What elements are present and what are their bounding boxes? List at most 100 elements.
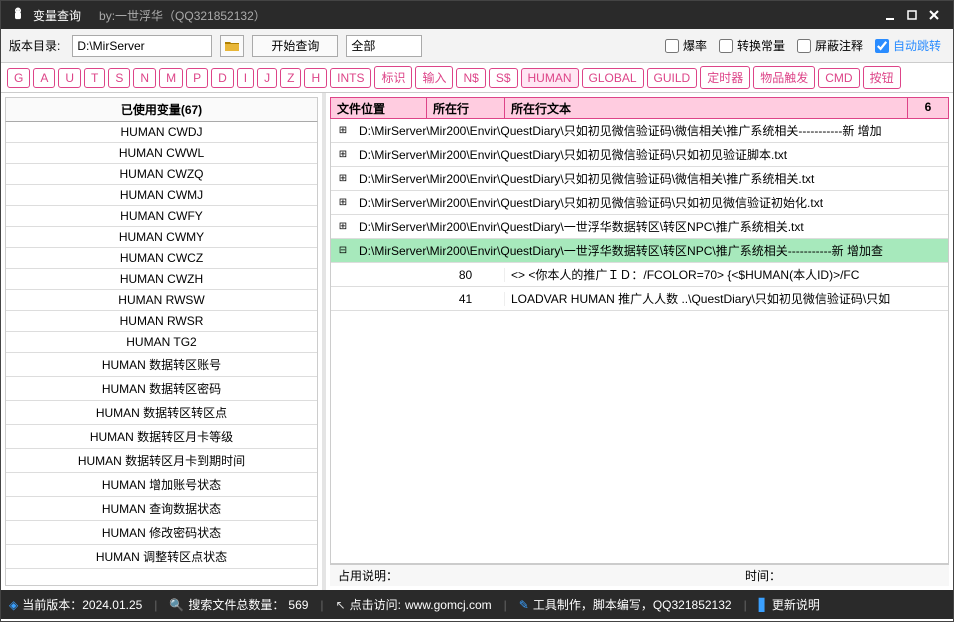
variable-item[interactable]: HUMAN 数据转区转区点: [6, 401, 317, 425]
variable-item[interactable]: HUMAN 调整转区点状态: [6, 545, 317, 569]
filter-button-bar: GAUTSNMPDIJZHINTS标识输入N$S$HUMANGLOBALGUIL…: [1, 63, 953, 93]
result-line-row[interactable]: 41LOADVAR HUMAN 推广人人数 ..\QuestDiary\只如初见…: [331, 287, 948, 311]
app-title: 变量查询: [33, 7, 81, 24]
filter-btn-t[interactable]: T: [84, 68, 105, 88]
variable-item[interactable]: HUMAN TG2: [6, 332, 317, 353]
col-file-location: 文件位置: [331, 98, 427, 118]
close-button[interactable]: [923, 4, 945, 26]
variable-item[interactable]: HUMAN RWSW: [6, 290, 317, 311]
cursor-icon: ↖: [336, 598, 346, 612]
start-query-button[interactable]: 开始查询: [252, 35, 338, 57]
browse-folder-button[interactable]: [220, 35, 244, 57]
line-number: 41: [427, 292, 505, 306]
minimize-button[interactable]: [879, 4, 901, 26]
tool-author-label: 工具制作，脚本编写，QQ321852132: [533, 596, 732, 613]
variable-item[interactable]: HUMAN CWMY: [6, 227, 317, 248]
app-logo-icon: [9, 6, 27, 24]
filter-btn-定时器[interactable]: 定时器: [700, 66, 750, 89]
update-link[interactable]: ▋更新说明: [759, 596, 820, 613]
filter-btn-s$[interactable]: S$: [489, 68, 518, 88]
filter-btn-i[interactable]: I: [237, 68, 254, 88]
filter-btn-n[interactable]: N: [133, 68, 156, 88]
variable-item[interactable]: HUMAN CWFY: [6, 206, 317, 227]
variable-item[interactable]: HUMAN 数据转区账号: [6, 353, 317, 377]
line-number: 80: [427, 268, 505, 282]
expand-icon[interactable]: ⊞: [331, 125, 355, 136]
filter-btn-z[interactable]: Z: [280, 68, 301, 88]
all-filter-select[interactable]: 全部: [346, 35, 422, 57]
filter-btn-global[interactable]: GLOBAL: [582, 68, 644, 88]
filter-btn-cmd[interactable]: CMD: [818, 68, 859, 88]
result-file-row[interactable]: ⊞D:\MirServer\Mir200\Envir\QuestDiary\一世…: [331, 215, 948, 239]
variable-item[interactable]: HUMAN CWDJ: [6, 122, 317, 143]
variable-item[interactable]: HUMAN 数据转区月卡到期时间: [6, 449, 317, 473]
result-header: 文件位置 所在行 所在行文本 6: [330, 97, 949, 119]
variable-item[interactable]: HUMAN CWMJ: [6, 185, 317, 206]
variable-item[interactable]: HUMAN CWZH: [6, 269, 317, 290]
line-text: <> <你本人的推广ＩＤ：/FCOLOR=70> {<$HUMAN(本人ID)>…: [505, 264, 948, 285]
pingbi-checkbox[interactable]: 屏蔽注释: [797, 37, 863, 54]
result-file-path: D:\MirServer\Mir200\Envir\QuestDiary\只如初…: [355, 192, 948, 213]
result-file-row[interactable]: ⊞D:\MirServer\Mir200\Envir\QuestDiary\只如…: [331, 167, 948, 191]
filter-btn-a[interactable]: A: [33, 68, 55, 88]
variable-item[interactable]: HUMAN CWWL: [6, 143, 317, 164]
filter-btn-m[interactable]: M: [159, 68, 183, 88]
zhuanhuan-checkbox[interactable]: 转换常量: [719, 37, 785, 54]
file-count-value: 569: [288, 598, 308, 612]
usage-info-bar: 占用说明： 时间：: [330, 564, 949, 586]
result-file-row[interactable]: ⊞D:\MirServer\Mir200\Envir\QuestDiary\只如…: [331, 191, 948, 215]
path-select[interactable]: D:\MirServer: [72, 35, 212, 57]
filter-btn-输入[interactable]: 输入: [415, 66, 453, 89]
expand-icon[interactable]: ⊞: [331, 173, 355, 184]
expand-icon[interactable]: ⊞: [331, 221, 355, 232]
filter-btn-human[interactable]: HUMAN: [521, 68, 579, 88]
filter-btn-guild[interactable]: GUILD: [647, 68, 698, 88]
result-file-row[interactable]: ⊞D:\MirServer\Mir200\Envir\QuestDiary\只如…: [331, 143, 948, 167]
url-link[interactable]: ↖点击访问:www.gomcj.com: [336, 596, 492, 613]
expand-icon[interactable]: ⊞: [331, 197, 355, 208]
app-byline: by:一世浮华（QQ321852132）: [99, 7, 879, 24]
version-label: 当前版本：2024.01.25: [22, 596, 142, 613]
result-file-path: D:\MirServer\Mir200\Envir\QuestDiary\只如初…: [355, 144, 948, 165]
variable-list-header: 已使用变量(67): [5, 97, 318, 122]
variable-item[interactable]: HUMAN 数据转区密码: [6, 377, 317, 401]
result-file-row[interactable]: ⊞D:\MirServer\Mir200\Envir\QuestDiary\只如…: [331, 119, 948, 143]
variable-item[interactable]: HUMAN 数据转区月卡等级: [6, 425, 317, 449]
filter-btn-u[interactable]: U: [58, 68, 81, 88]
result-file-row[interactable]: ⊟D:\MirServer\Mir200\Envir\QuestDiary\一世…: [331, 239, 948, 263]
variable-item[interactable]: HUMAN CWCZ: [6, 248, 317, 269]
filter-btn-物品触发[interactable]: 物品触发: [753, 66, 815, 89]
maximize-button[interactable]: [901, 4, 923, 26]
filter-btn-h[interactable]: H: [304, 68, 327, 88]
variable-item[interactable]: HUMAN 修改密码状态: [6, 521, 317, 545]
expand-icon[interactable]: ⊟: [331, 245, 355, 256]
expand-icon[interactable]: ⊞: [331, 149, 355, 160]
filter-btn-n$[interactable]: N$: [456, 68, 485, 88]
variable-item[interactable]: HUMAN 增加账号状态: [6, 473, 317, 497]
title-bar: 变量查询 by:一世浮华（QQ321852132）: [1, 1, 953, 29]
filter-btn-按钮[interactable]: 按钮: [863, 66, 901, 89]
filter-btn-j[interactable]: J: [257, 68, 277, 88]
variable-item[interactable]: HUMAN RWSR: [6, 311, 317, 332]
usage-label: 占用说明：: [338, 567, 398, 584]
toolbar: 版本目录: D:\MirServer 开始查询 全部 爆率 转换常量 屏蔽注释 …: [1, 29, 953, 63]
auto-jump-checkbox[interactable]: 自动跳转: [875, 37, 941, 54]
variable-item[interactable]: HUMAN 查询数据状态: [6, 497, 317, 521]
result-line-row[interactable]: 80<> <你本人的推广ＩＤ：/FCOLOR=70> {<$HUMAN(本人ID…: [331, 263, 948, 287]
result-file-path: D:\MirServer\Mir200\Envir\QuestDiary\一世浮…: [355, 240, 948, 261]
path-label: 版本目录:: [9, 37, 60, 54]
filter-btn-g[interactable]: G: [7, 68, 30, 88]
variable-item[interactable]: HUMAN CWZQ: [6, 164, 317, 185]
col-count: 6: [908, 98, 948, 118]
filter-btn-ints[interactable]: INTS: [330, 68, 371, 88]
variable-list[interactable]: HUMAN CWDJHUMAN CWWLHUMAN CWZQHUMAN CWMJ…: [5, 122, 318, 586]
filter-btn-s[interactable]: S: [108, 68, 130, 88]
filter-btn-d[interactable]: D: [211, 68, 234, 88]
col-line-text: 所在行文本: [505, 98, 908, 118]
baolv-checkbox[interactable]: 爆率: [665, 37, 707, 54]
result-list[interactable]: ⊞D:\MirServer\Mir200\Envir\QuestDiary\只如…: [330, 119, 949, 564]
filter-btn-标识[interactable]: 标识: [374, 66, 412, 89]
filter-btn-p[interactable]: P: [186, 68, 208, 88]
col-line-number: 所在行: [427, 98, 505, 118]
time-label: 时间：: [745, 567, 781, 584]
